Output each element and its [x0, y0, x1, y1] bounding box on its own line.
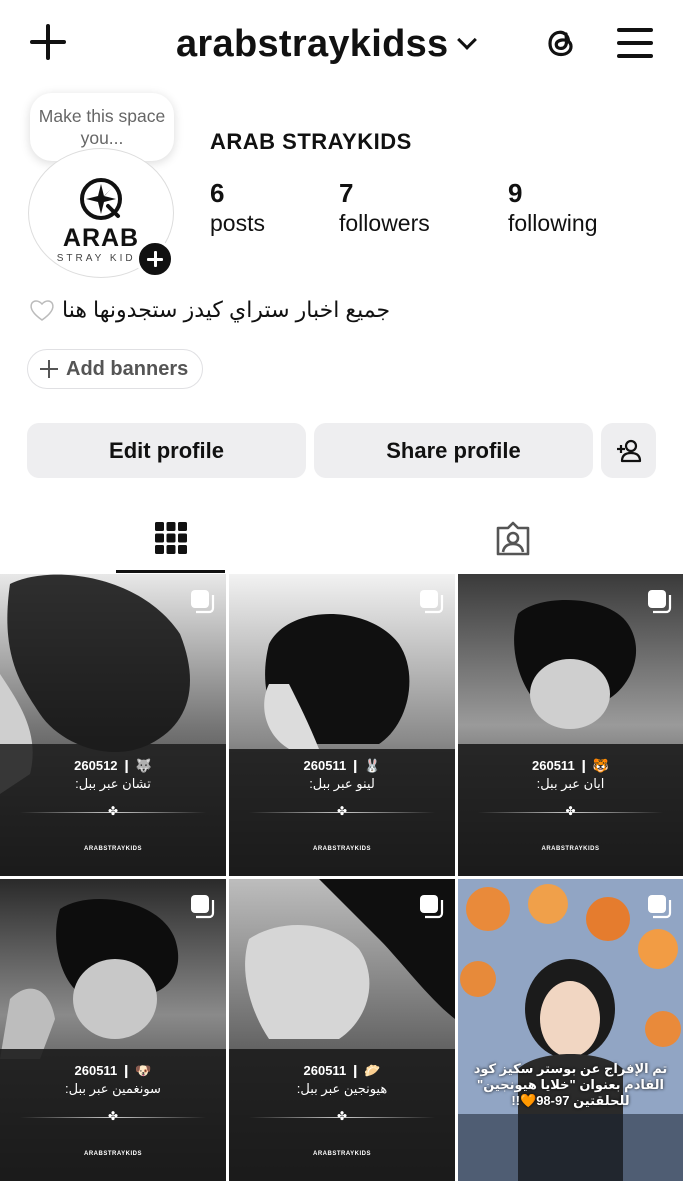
ornament-icon: ✤ [336, 1109, 348, 1123]
ornament-icon: ✤ [107, 804, 119, 818]
multi-post-icon [191, 590, 215, 614]
stat-label: followers [339, 210, 430, 236]
post-date: 260512 ❙ 🐺 [74, 758, 152, 773]
grid-icon [154, 521, 187, 554]
multi-post-icon [648, 895, 672, 919]
tab-tagged[interactable] [458, 505, 567, 573]
post-date: 260511 ❙ 🥟 [303, 1063, 381, 1078]
post-title: لينو عبر ببل: [309, 776, 375, 791]
tab-grid[interactable] [116, 505, 225, 573]
display-name: ARAB STRAYKIDS [210, 129, 412, 154]
edit-profile-button[interactable]: Edit profile [27, 423, 306, 478]
post-image [229, 574, 455, 876]
username: arabstraykidss [176, 22, 449, 65]
post-caption: تم الإفراج عن بوستر سكيز كود القادم بعنو… [473, 1061, 668, 1108]
post-tile[interactable]: 260511 ❙ 🐶 سونغمين عبر ببل: ✤ ARABSTRAYK… [0, 879, 226, 1181]
stat-value: 6 [210, 178, 225, 208]
ornament-icon: ✤ [107, 1109, 119, 1123]
create-plus-icon[interactable] [28, 22, 68, 62]
post-brand: ARABSTRAYKIDS [84, 1151, 142, 1157]
post-image [458, 574, 683, 876]
post-title: هيونجين عبر ببل: [296, 1081, 388, 1096]
logo-subtext: STRAY KIDS [56, 253, 146, 264]
stat-value: 9 [508, 178, 523, 208]
multi-post-icon [648, 590, 672, 614]
stat-following[interactable]: 9 following [508, 178, 598, 238]
top-bar: arabstraykidss [0, 0, 683, 90]
post-tile[interactable]: 260512 ❙ 🐺 تشان عبر ببل: ✤ ARABSTRAYKIDS [0, 574, 226, 876]
profile-tabs [0, 505, 683, 573]
account-switcher[interactable]: arabstraykidss [176, 22, 478, 66]
stat-posts[interactable]: 6 posts [210, 178, 265, 238]
white-heart-icon [30, 300, 54, 321]
post-date: 260511 ❙ 🐰 [303, 758, 381, 773]
ornament-icon: ✤ [565, 804, 576, 818]
multi-post-icon [420, 895, 444, 919]
add-banners-button[interactable]: Add banners [27, 349, 204, 389]
post-image [0, 879, 226, 1181]
post-brand: ARABSTRAYKIDS [313, 1151, 371, 1157]
bio-text: جميع اخبار ستراي كيدز ستجدونها هنا [62, 297, 391, 322]
post-brand: ARABSTRAYKIDS [313, 846, 371, 852]
menu-icon[interactable] [617, 27, 653, 59]
post-tile[interactable]: 260511 ❙ 🐯 ايان عبر ببل: ✤ ARABSTRAYKIDS [458, 574, 683, 876]
post-image [458, 879, 683, 1181]
multi-post-icon [420, 590, 444, 614]
post-date: 260511 ❙ 🐶 [74, 1063, 152, 1078]
chevron-down-icon [457, 30, 478, 50]
post-title: سونغمين عبر ببل: [65, 1081, 161, 1096]
tagged-icon [496, 521, 529, 556]
post-tile[interactable]: 260511 ❙ 🥟 هيونجين عبر ببل: ✤ ARABSTRAYK… [229, 879, 455, 1181]
add-story-button[interactable] [136, 240, 174, 278]
post-brand: ARABSTRAYKIDS [84, 846, 142, 852]
stat-followers[interactable]: 7 followers [339, 178, 430, 238]
logo-text: ARAB [62, 224, 140, 252]
post-title: تشان عبر ببل: [75, 776, 151, 791]
ornament-icon: ✤ [336, 804, 348, 818]
stat-label: following [508, 210, 598, 236]
compass-logo-icon [80, 178, 122, 220]
post-date: 260511 ❙ 🐯 [532, 758, 609, 773]
add-banners-label: Add banners [66, 357, 189, 380]
threads-icon[interactable] [541, 23, 581, 63]
add-person-icon [616, 439, 641, 462]
posts-grid: 260512 ❙ 🐺 تشان عبر ببل: ✤ ARABSTRAYKIDS… [0, 574, 683, 1200]
post-image [229, 879, 455, 1181]
bio: جميع اخبار ستراي كيدز ستجدونها هنا [28, 296, 390, 324]
stat-label: posts [210, 210, 265, 236]
post-tile[interactable]: تم الإفراج عن بوستر سكيز كود القادم بعنو… [458, 879, 683, 1181]
multi-post-icon [191, 895, 215, 919]
post-title: ايان عبر ببل: [536, 776, 605, 791]
plus-icon [40, 360, 58, 378]
post-tile[interactable]: 260511 ❙ 🐰 لينو عبر ببل: ✤ ARABSTRAYKIDS [229, 574, 455, 876]
add-person-button[interactable] [601, 423, 656, 478]
post-image [0, 574, 226, 876]
share-profile-button[interactable]: Share profile [314, 423, 593, 478]
stat-value: 7 [339, 178, 354, 208]
note-text: Make this space you... [38, 106, 166, 148]
post-brand: ARABSTRAYKIDS [541, 846, 600, 852]
